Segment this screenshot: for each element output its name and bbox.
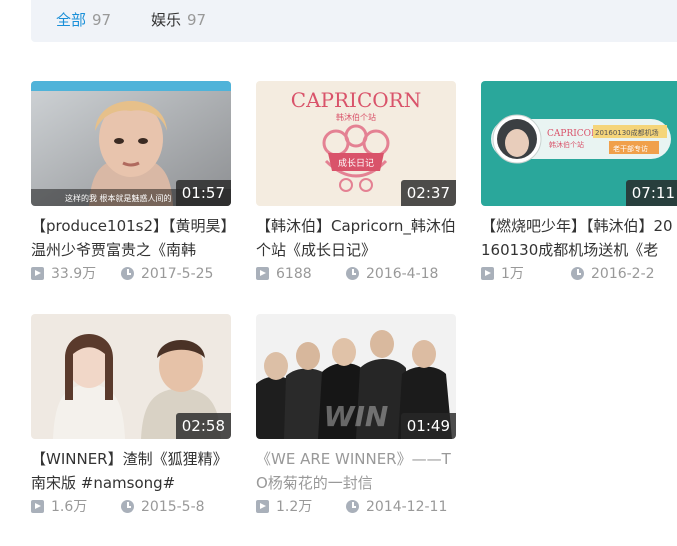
video-duration: 01:49 [400, 413, 456, 439]
video-thumbnail[interactable]: 02:58 [31, 314, 231, 439]
video-card[interactable]: CAPRICORN 韩沐伯个站 20160130成都机场 老干部专访 07:11… [481, 81, 677, 285]
video-thumbnail[interactable]: CAPRICORN 韩沐伯个站 成长日记 02:37 [256, 81, 456, 206]
thumbnail-ribbon: 成长日记 [338, 157, 374, 169]
play-count-icon [31, 500, 44, 513]
video-meta: 6188 2016-4-18 [256, 265, 456, 285]
video-thumbnail[interactable]: 这样的我 根本就是魅惑人间的 01:57 [31, 81, 231, 206]
video-meta: 1.6万 2015-5-8 [31, 498, 231, 518]
play-count-value: 33.9万 [51, 266, 97, 282]
thumbnail-subtitle: 韩沐伯个站 [336, 112, 376, 122]
thumbnail-caption: 这样的我 根本就是魅惑人间的 [65, 193, 172, 203]
clock-icon [346, 267, 359, 280]
video-meta: 1.2万 2014-12-11 [256, 498, 456, 518]
upload-date-value: 2015-5-8 [141, 499, 205, 515]
video-title[interactable]: 【韩沐伯】Capricorn_韩沐伯个站《成长日记》 [256, 214, 456, 262]
thumbnail-tag-interview: 老干部专访 [613, 144, 648, 153]
upload-date-value: 2016-4-18 [366, 266, 439, 282]
clock-icon [121, 267, 134, 280]
upload-date-value: 2017-5-25 [141, 266, 214, 282]
clock-icon [571, 267, 584, 280]
video-meta: 1万 2016-2-2 [481, 265, 677, 285]
filter-entertainment-count: 97 [187, 11, 207, 29]
video-card[interactable]: 02:58 【WINNER】渣制《狐狸精》南宋版 #namsong# 1.6万 … [31, 314, 231, 518]
video-duration: 02:37 [400, 180, 456, 206]
video-thumbnail[interactable]: CAPRICORN 韩沐伯个站 20160130成都机场 老干部专访 07:11 [481, 81, 677, 206]
filter-all[interactable]: 全部 97 [56, 10, 111, 30]
video-meta: 33.9万 2017-5-25 [31, 265, 231, 285]
play-count-value: 1.2万 [276, 499, 313, 515]
video-card[interactable]: CAPRICORN 韩沐伯个站 成长日记 02:37 【韩沐伯】Capricor… [256, 81, 456, 285]
video-card[interactable]: 这样的我 根本就是魅惑人间的 01:57 【produce101s2】【黄明昊】… [31, 81, 231, 285]
filter-all-label: 全部 [56, 11, 87, 29]
video-duration: 01:57 [175, 180, 231, 206]
thumbnail-logo: CAPRICORN [291, 88, 421, 112]
filter-all-count: 97 [92, 11, 112, 29]
play-count-value: 1.6万 [51, 499, 88, 515]
video-title[interactable]: 【produce101s2】【黄明昊】温州少爷贾富贵之《南韩 [31, 214, 231, 262]
category-filter-bar: 全部 97 娱乐 97 [31, 0, 677, 42]
thumbnail-subtitle: 韩沐伯个站 [549, 140, 584, 149]
play-count-value: 6188 [276, 266, 312, 282]
video-title[interactable]: 《WE ARE WINNER》——TO杨菊花的一封信 [256, 447, 456, 495]
video-title[interactable]: 【燃烧吧少年】【韩沐伯】20160130成都机场送机《老 [481, 214, 677, 262]
thumbnail-tag-date: 20160130成都机场 [595, 128, 659, 137]
upload-date-value: 2014-12-11 [366, 499, 448, 515]
video-title[interactable]: 【WINNER】渣制《狐狸精》南宋版 #namsong# [31, 447, 231, 495]
play-count-value: 1万 [501, 266, 524, 282]
play-count-icon [256, 500, 269, 513]
play-count-icon [31, 267, 44, 280]
thumbnail-logo: WIN [324, 400, 389, 433]
video-card[interactable]: WIN 01:49 《WE ARE WINNER》——TO杨菊花的一封信 1.2… [256, 314, 456, 518]
video-thumbnail[interactable]: WIN 01:49 [256, 314, 456, 439]
play-count-icon [256, 267, 269, 280]
video-duration: 07:11 [625, 180, 677, 206]
play-count-icon [481, 267, 494, 280]
filter-entertainment-label: 娱乐 [151, 11, 182, 29]
clock-icon [121, 500, 134, 513]
filter-entertainment[interactable]: 娱乐 97 [151, 10, 206, 30]
video-duration: 02:58 [175, 413, 231, 439]
clock-icon [346, 500, 359, 513]
upload-date-value: 2016-2-2 [591, 266, 655, 282]
